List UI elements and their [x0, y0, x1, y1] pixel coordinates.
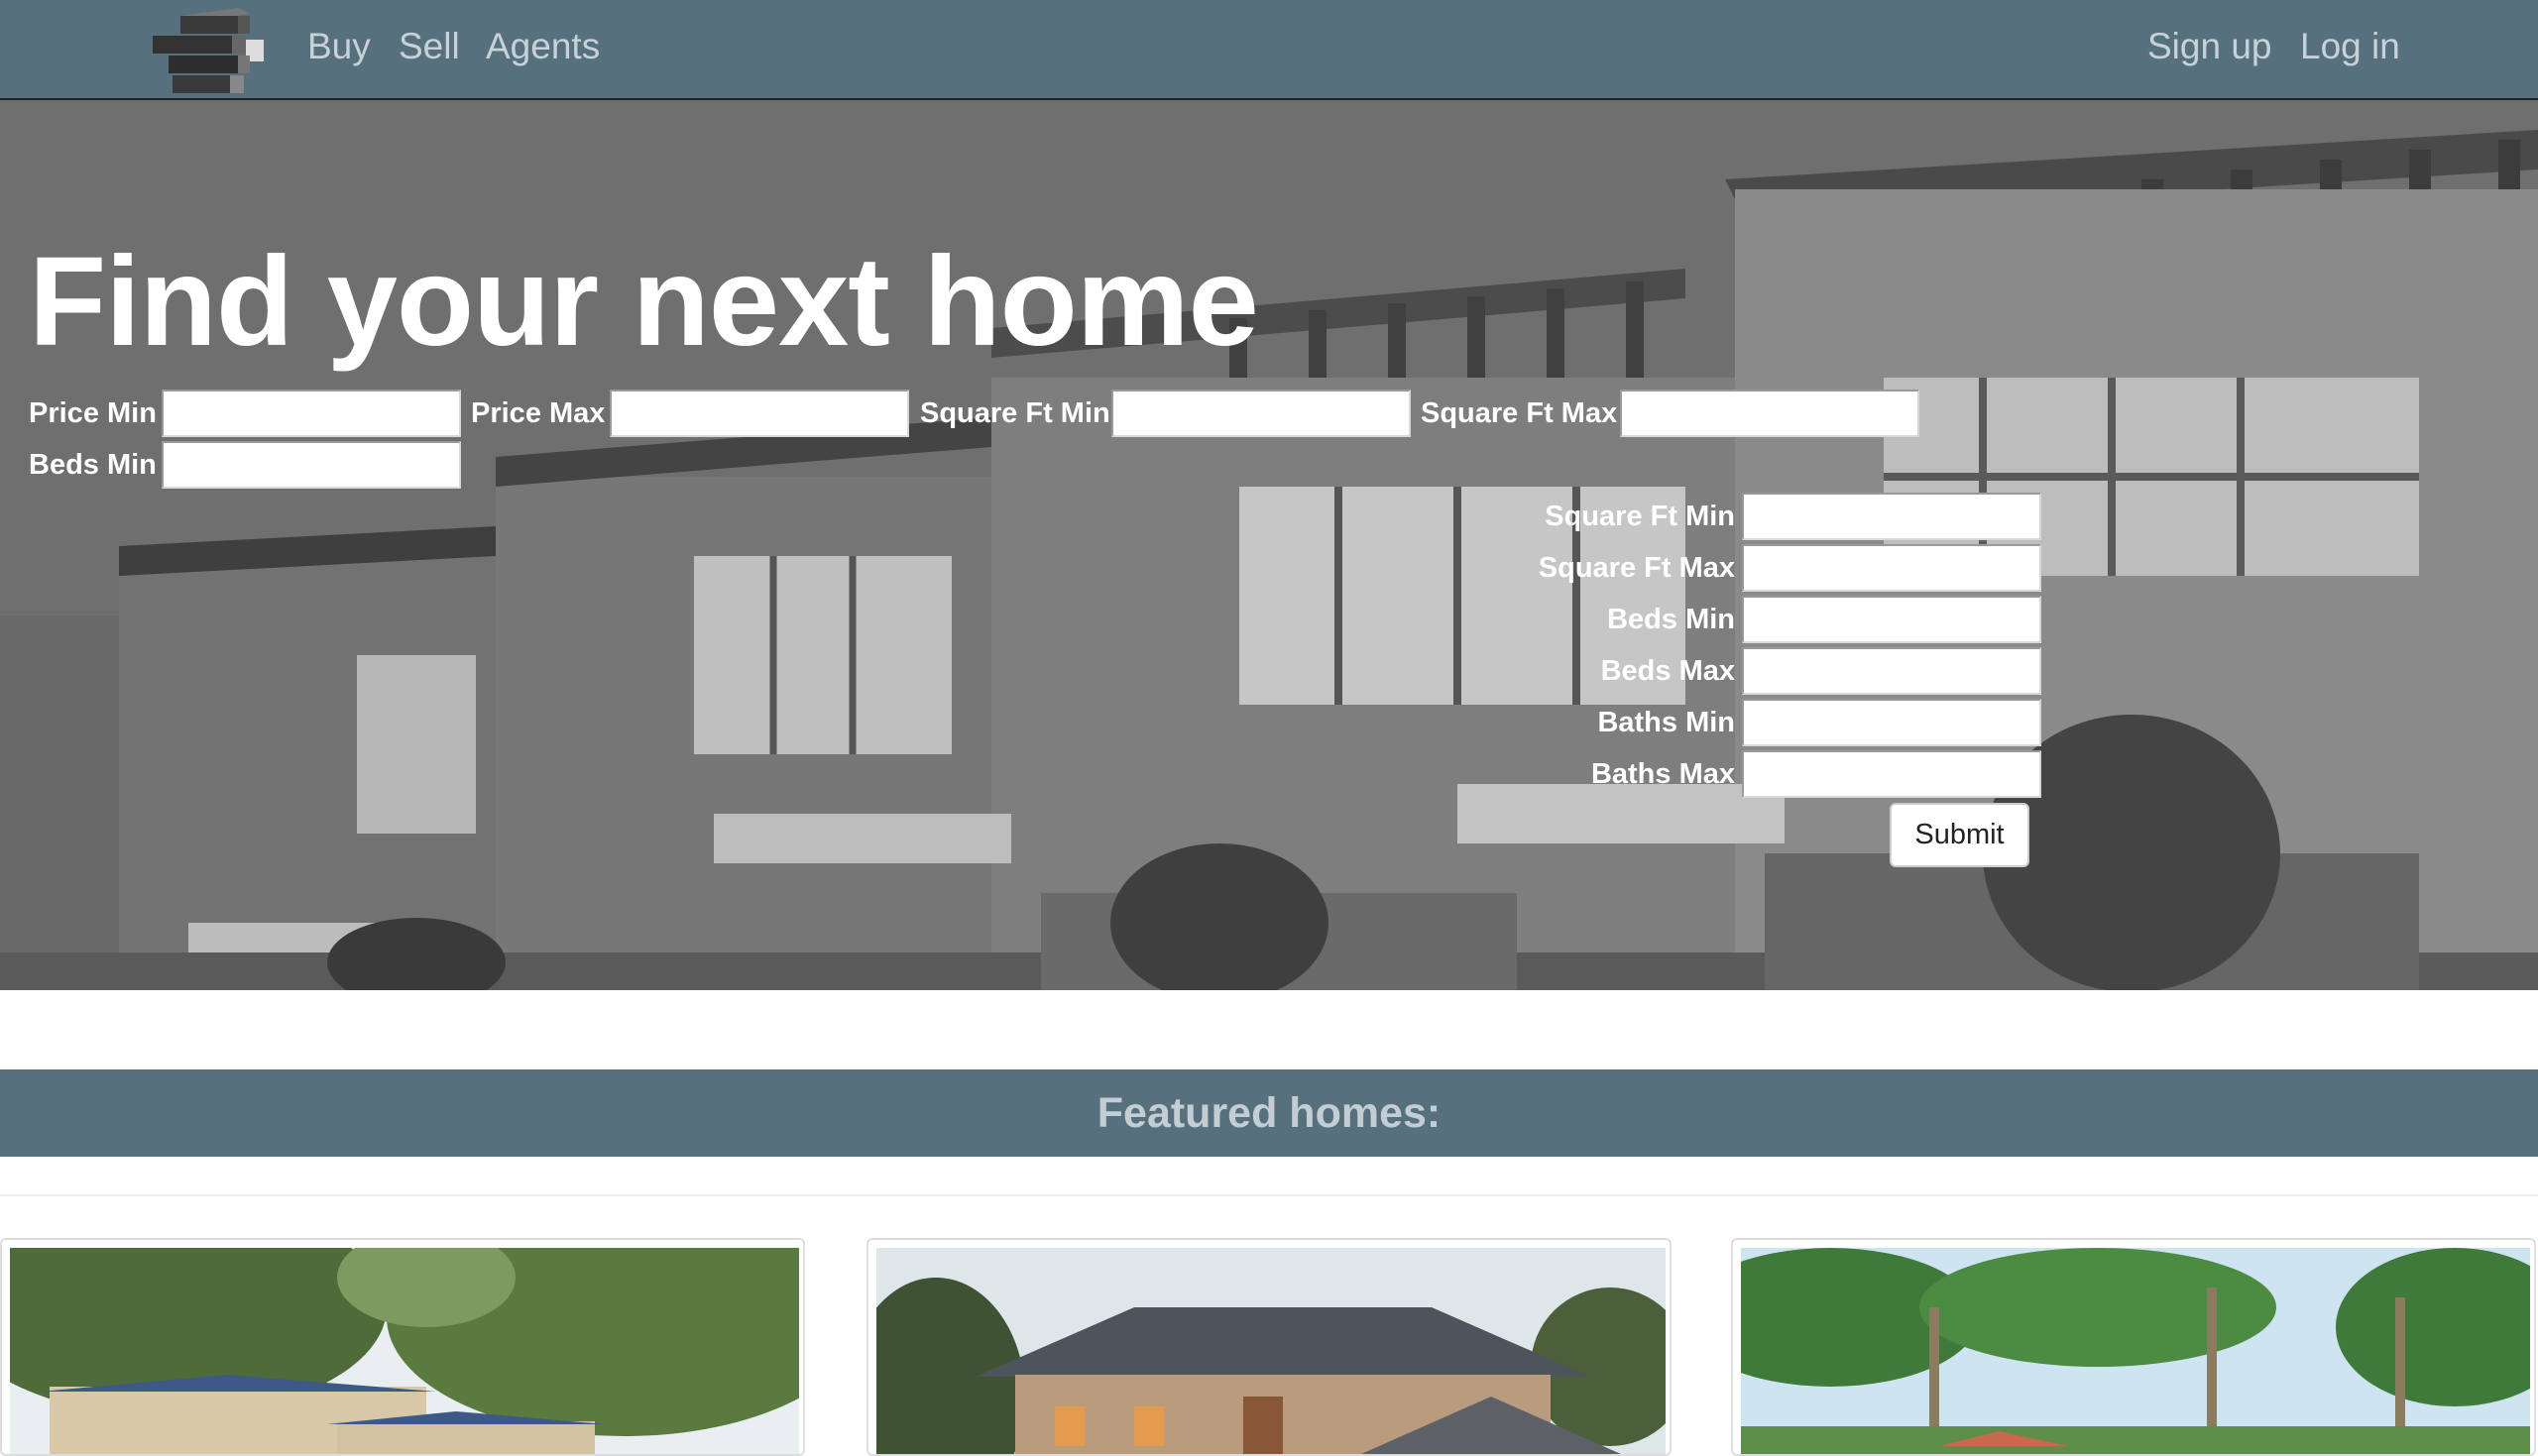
price-min-input[interactable] — [162, 390, 461, 437]
square-ft-min-input[interactable] — [1111, 390, 1411, 437]
beds-min-label: Beds Min — [29, 449, 157, 481]
stack-square-ft-max-input[interactable] — [1742, 544, 2041, 592]
stack-beds-min-input[interactable] — [1742, 596, 2041, 643]
navbar: Buy Sell Agents Sign up Log in — [0, 0, 2538, 100]
stack-beds-min-label: Beds Min — [1607, 604, 1735, 635]
stack-square-ft-max-label: Square Ft Max — [1538, 552, 1735, 584]
square-ft-max-input[interactable] — [1620, 390, 1919, 437]
featured-home-card-2[interactable] — [866, 1238, 1672, 1456]
submit-button[interactable]: Submit — [1890, 803, 2029, 867]
stack-baths-max-input[interactable] — [1742, 750, 2041, 798]
stack-beds-max-label: Beds Max — [1600, 655, 1735, 687]
nav-sell-link[interactable]: Sell — [399, 26, 460, 67]
hero-title: Find your next home — [29, 231, 1259, 373]
featured-home-card-3[interactable] — [1731, 1238, 2536, 1456]
featured-homes-bar: Featured homes: — [0, 1069, 2538, 1157]
beds-min-input[interactable] — [162, 441, 461, 489]
featured-home-photo-3[interactable] — [1741, 1248, 2530, 1456]
stack-square-ft-min-input[interactable] — [1742, 493, 2041, 540]
stack-beds-max-input[interactable] — [1742, 647, 2041, 695]
price-max-label: Price Max — [471, 397, 606, 429]
featured-home-card-1[interactable] — [0, 1238, 805, 1456]
nav-buy-link[interactable]: Buy — [307, 26, 371, 67]
hero-section: Find your next home Price Min Price Max … — [0, 100, 2538, 990]
logo-blocks-icon[interactable] — [151, 6, 266, 95]
nav-agents-link[interactable]: Agents — [486, 26, 600, 67]
square-ft-max-label: Square Ft Max — [1421, 397, 1618, 429]
stack-square-ft-min-label: Square Ft Min — [1545, 501, 1735, 532]
featured-home-photo-1[interactable] — [10, 1248, 799, 1456]
stack-baths-min-label: Baths Min — [1597, 707, 1735, 738]
square-ft-min-label: Square Ft Min — [920, 397, 1110, 429]
price-min-label: Price Min — [29, 397, 157, 429]
featured-homes-heading: Featured homes: — [1096, 1089, 1442, 1137]
stack-baths-max-label: Baths Max — [1590, 758, 1735, 790]
stack-baths-min-input[interactable] — [1742, 699, 2041, 746]
sign-up-link[interactable]: Sign up — [2147, 26, 2272, 67]
featured-home-photo-2[interactable] — [876, 1248, 1666, 1456]
divider — [0, 1194, 2538, 1196]
log-in-link[interactable]: Log in — [2300, 26, 2400, 67]
price-max-input[interactable] — [610, 390, 909, 437]
